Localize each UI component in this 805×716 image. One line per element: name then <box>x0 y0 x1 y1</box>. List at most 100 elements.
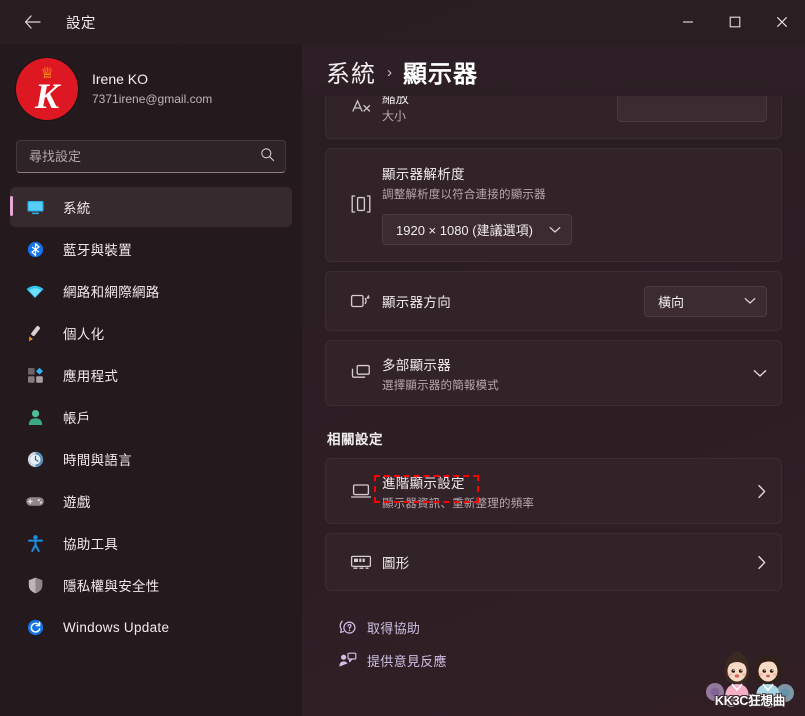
profile-email: 7371irene@gmail.com <box>92 92 213 107</box>
avatar-letter: K <box>34 76 59 116</box>
breadcrumb-separator-icon: › <box>387 63 392 81</box>
multiple-displays-text: 多部顯示器 選擇顯示器的簡報模式 <box>382 350 745 397</box>
orientation-select[interactable]: 橫向 <box>644 285 767 317</box>
person-icon <box>20 408 50 427</box>
bluetooth-icon <box>20 240 50 259</box>
shield-icon <box>20 576 50 595</box>
maximize-icon <box>729 16 741 28</box>
settings-scroll-area[interactable]: 縮放 大小 顯示器解析度 調整解析度以符合連接的顯示器 1920 × 1080 … <box>302 96 805 716</box>
give-feedback-link[interactable]: 提供意見反應 <box>327 644 457 677</box>
give-feedback-label: 提供意見反應 <box>367 654 447 669</box>
graphics-row: 圖形 <box>326 534 781 590</box>
sidebar-item-privacy-security[interactable]: 隱私權與安全性 <box>10 565 292 605</box>
back-button[interactable] <box>16 8 48 36</box>
sidebar-item-label: 時間與語言 <box>63 453 132 468</box>
advanced-display-text: 進階顯示設定 顯示器資訊、重新整理的頻率 <box>382 468 749 515</box>
sidebar-item-label: 隱私權與安全性 <box>63 579 160 594</box>
scale-card[interactable]: 縮放 大小 <box>325 96 782 139</box>
resolution-select-value: 1920 × 1080 (建議選項) <box>396 223 533 238</box>
advanced-display-title: 進階顯示設定 <box>382 475 465 491</box>
sidebar-item-time-language[interactable]: 時間與語言 <box>10 439 292 479</box>
resolution-select[interactable]: 1920 × 1080 (建議選項) <box>382 214 572 245</box>
resolution-card-body: 顯示器解析度 調整解析度以符合連接的顯示器 1920 × 1080 (建議選項) <box>326 149 781 261</box>
resolution-icon <box>340 163 382 245</box>
sidebar-item-bluetooth[interactable]: 藍牙與裝置 <box>10 229 292 269</box>
graphics-text: 圖形 <box>382 548 749 576</box>
accessibility-icon <box>20 534 50 553</box>
graphics-title: 圖形 <box>382 556 410 571</box>
sidebar-item-label: 系統 <box>63 201 91 216</box>
window-controls <box>664 0 805 44</box>
close-icon <box>776 16 788 28</box>
chevron-right-icon[interactable] <box>757 555 767 570</box>
advanced-display-card[interactable]: 進階顯示設定 顯示器資訊、重新整理的頻率 <box>325 458 782 524</box>
settings-window: 設定 ♕ K Irene KO 7371irene@gmail.com 尋找設定… <box>0 0 805 716</box>
profile-name: Irene KO <box>92 71 149 88</box>
resolution-title: 顯示器解析度 <box>382 167 465 182</box>
multiple-displays-card[interactable]: 多部顯示器 選擇顯示器的簡報模式 <box>325 340 782 406</box>
sidebar-item-apps[interactable]: 應用程式 <box>10 355 292 395</box>
sidebar-item-label: 應用程式 <box>63 369 119 384</box>
graphics-card[interactable]: 圖形 <box>325 533 782 591</box>
sidebar-nav: 系統 藍牙與裝置 網路和網際網路 個人化 應用程式 帳戶 時間與語言 遊戲 協助… <box>0 187 302 647</box>
sidebar-item-gaming[interactable]: 遊戲 <box>10 481 292 521</box>
scale-card-text: 縮放 大小 <box>382 96 617 125</box>
chevron-down-icon <box>744 297 756 305</box>
search-input[interactable] <box>29 149 260 164</box>
sidebar-item-network[interactable]: 網路和網際網路 <box>10 271 292 311</box>
multiple-displays-row: 多部顯示器 選擇顯示器的簡報模式 <box>326 341 781 405</box>
chevron-down-icon[interactable] <box>753 369 767 378</box>
avatar: ♕ K <box>16 58 78 120</box>
scale-combo[interactable] <box>617 96 767 122</box>
resolution-card: 顯示器解析度 調整解析度以符合連接的顯示器 1920 × 1080 (建議選項) <box>325 148 782 262</box>
get-help-label: 取得協助 <box>367 621 421 636</box>
page-title: 顯示器 <box>403 60 478 88</box>
minimize-icon <box>682 16 694 28</box>
orientation-icon <box>340 289 382 313</box>
scale-text-icon <box>340 96 382 118</box>
chevron-down-icon <box>549 226 561 234</box>
chevron-right-icon[interactable] <box>757 484 767 499</box>
clock-icon <box>20 450 50 469</box>
laptop-display-icon <box>340 479 382 503</box>
update-refresh-icon <box>20 618 50 637</box>
orientation-row: 顯示器方向 橫向 <box>326 272 781 330</box>
sidebar-item-label: 藍牙與裝置 <box>63 243 132 258</box>
multiple-displays-icon <box>340 361 382 385</box>
advanced-display-row: 進階顯示設定 顯示器資訊、重新整理的頻率 <box>326 459 781 523</box>
maximize-button[interactable] <box>711 0 758 44</box>
sidebar-item-label: 個人化 <box>63 327 105 342</box>
title-bar: 設定 <box>0 0 805 44</box>
advanced-display-subtitle: 顯示器資訊、重新整理的頻率 <box>382 497 535 510</box>
get-help-link[interactable]: 取得協助 <box>327 611 430 644</box>
sidebar-item-label: Windows Update <box>63 619 170 635</box>
gamepad-icon <box>20 492 50 511</box>
sidebar-item-system[interactable]: 系統 <box>10 187 292 227</box>
related-settings-heading: 相關設定 <box>327 432 383 447</box>
help-question-icon <box>327 618 367 637</box>
footer-links: 取得協助 提供意見反應 <box>325 611 782 677</box>
search-box[interactable] <box>16 140 286 173</box>
sidebar-item-personalization[interactable]: 個人化 <box>10 313 292 353</box>
title-bar-left: 設定 <box>0 0 664 44</box>
profile-info: Irene KO 7371irene@gmail.com <box>92 70 212 107</box>
sidebar-item-accessibility[interactable]: 協助工具 <box>10 523 292 563</box>
back-arrow-icon <box>24 15 41 29</box>
user-profile[interactable]: ♕ K Irene KO 7371irene@gmail.com <box>0 46 302 132</box>
breadcrumb-parent[interactable]: 系統 <box>326 54 376 89</box>
scale-card-inner: 縮放 大小 <box>326 96 781 138</box>
monitor-icon <box>20 198 50 217</box>
wifi-icon <box>20 282 50 301</box>
orientation-title: 顯示器方向 <box>382 295 451 310</box>
breadcrumb: 系統 › 顯示器 <box>302 44 805 98</box>
orientation-card: 顯示器方向 橫向 <box>325 271 782 331</box>
minimize-button[interactable] <box>664 0 711 44</box>
close-button[interactable] <box>758 0 805 44</box>
sidebar-item-windows-update[interactable]: Windows Update <box>10 607 292 647</box>
sidebar-item-label: 遊戲 <box>63 495 91 510</box>
feedback-icon <box>327 651 367 670</box>
search-icon <box>260 147 275 167</box>
scale-card-subtitle: 大小 <box>382 109 407 124</box>
sidebar-item-accounts[interactable]: 帳戶 <box>10 397 292 437</box>
sidebar-item-label: 網路和網際網路 <box>63 285 160 300</box>
